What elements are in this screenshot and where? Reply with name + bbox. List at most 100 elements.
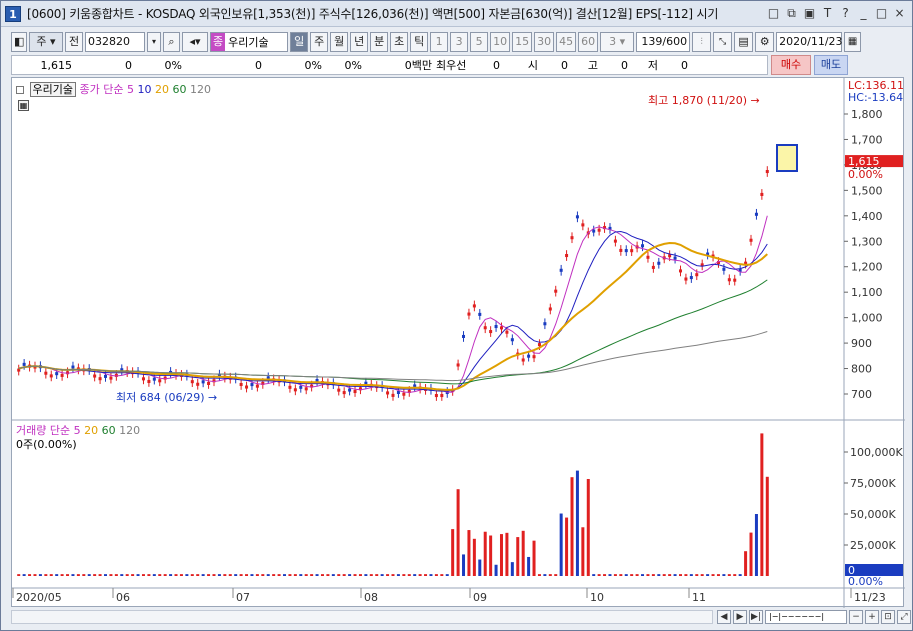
tab-day[interactable]: 일 <box>290 32 309 52</box>
tab-minute[interactable]: 분 <box>370 32 389 52</box>
text-icon[interactable]: T <box>819 5 836 22</box>
candle-body <box>483 326 487 330</box>
volume-bar <box>684 574 688 576</box>
interval-10[interactable]: 10 <box>490 32 511 52</box>
speaker-icon[interactable]: ◂▾ <box>182 32 208 52</box>
volume-bar <box>60 574 64 576</box>
legend-ma5: 5 <box>126 83 134 96</box>
selection-box[interactable] <box>776 144 798 172</box>
sell-button[interactable]: 매도 <box>814 55 848 75</box>
layout-icon[interactable]: □ <box>765 5 782 22</box>
minimize-icon[interactable]: _ <box>855 5 872 22</box>
candle-body <box>613 239 617 243</box>
interval-60[interactable]: 60 <box>578 32 599 52</box>
zoom-icon[interactable]: ⤡ <box>713 32 733 52</box>
volume-bar <box>467 530 471 576</box>
scroll-right-icon[interactable]: ▶ <box>733 610 747 624</box>
zoom-fit-icon[interactable]: ⊡ <box>881 610 895 624</box>
gear-icon[interactable]: ⚙ <box>755 32 775 52</box>
candle-body <box>196 382 200 386</box>
volume-bar <box>358 574 362 576</box>
candle-body <box>733 278 737 282</box>
interval-select[interactable]: 3 ▾ <box>600 32 635 52</box>
tab-week[interactable]: 주 <box>310 32 329 52</box>
scroll-track[interactable] <box>11 610 713 624</box>
search-icon[interactable]: ⌕ <box>163 32 180 52</box>
tab-tick[interactable]: 틱 <box>410 32 429 52</box>
volume-bar <box>87 574 91 576</box>
volume-bar <box>651 574 655 576</box>
period-select[interactable]: 주 ▾ <box>29 32 63 52</box>
candle-body <box>581 223 585 227</box>
volume-bar <box>396 574 400 576</box>
quote-value-5: 0% <box>344 58 362 72</box>
code-dropdown-icon[interactable]: ▾ <box>147 32 161 52</box>
scroll-left-icon[interactable]: ◀ <box>717 610 731 624</box>
legend-toggle-icon[interactable] <box>16 86 24 94</box>
tab-month[interactable]: 월 <box>330 32 349 52</box>
interval-3[interactable]: 3 <box>450 32 469 52</box>
interval-1[interactable]: 1 <box>430 32 449 52</box>
candle-body <box>505 330 509 334</box>
candle-body <box>158 379 162 383</box>
scrollbar[interactable]: ◀ ▶ ▶| |−|−−−−−−| − + ⊡ ⤢ <box>11 608 911 626</box>
zoom-out-icon[interactable]: − <box>849 610 863 624</box>
volume-bar <box>98 574 102 576</box>
price-tick-label: 1,500 <box>851 184 883 197</box>
stock-name-field[interactable]: 종 우리기술 <box>210 32 289 52</box>
chart-menu-icon[interactable]: ◧ <box>11 32 27 52</box>
volume-bar <box>38 574 42 576</box>
candle-body <box>342 391 346 395</box>
close-icon[interactable]: × <box>891 5 908 22</box>
interval-15[interactable]: 15 <box>512 32 533 52</box>
candle-body <box>141 377 145 381</box>
tab-year[interactable]: 년 <box>350 32 369 52</box>
volume-bar <box>565 517 569 576</box>
split-icon[interactable]: ▣ <box>801 5 818 22</box>
volume-bar <box>516 537 520 576</box>
candle-icon[interactable]: ⫶ <box>692 32 712 52</box>
volume-bar <box>754 514 758 576</box>
volume-bar <box>668 574 672 576</box>
price-legend: 우리기술 종가 단순 5 10 20 60 120 <box>16 81 211 97</box>
candle-body <box>456 363 460 367</box>
volume-bar <box>71 574 75 576</box>
zoom-slider[interactable]: |−|−−−−−−| <box>765 610 847 624</box>
candle-body <box>537 343 541 347</box>
scroll-end-icon[interactable]: ▶| <box>749 610 763 624</box>
expand-icon[interactable]: ⤢ <box>897 610 911 624</box>
candle-body <box>299 385 303 389</box>
current-price-label: 1,615 <box>848 155 880 168</box>
save-icon[interactable]: ▤ <box>734 32 754 52</box>
stock-code-input[interactable]: 032820 <box>85 32 145 52</box>
volume-bar <box>505 532 509 576</box>
price-volume-chart[interactable]: 1,8001,7001,6001,5001,4001,3001,2001,100… <box>12 78 905 608</box>
volume-bar <box>543 574 547 576</box>
prev-button[interactable]: 전 <box>65 32 83 52</box>
table-icon[interactable]: ▦ <box>18 100 29 111</box>
copy-window-icon[interactable]: ⧉ <box>783 5 800 22</box>
volume-bar <box>635 574 639 576</box>
candle-body <box>60 373 64 377</box>
tab-second[interactable]: 초 <box>390 32 409 52</box>
arrow-right-icon: → <box>208 391 218 404</box>
zoom-in-icon[interactable]: + <box>865 610 879 624</box>
interval-30[interactable]: 30 <box>534 32 555 52</box>
candle-body <box>575 215 579 219</box>
date-input[interactable]: 2020/11/23 <box>776 32 843 52</box>
volume-bar <box>760 433 764 576</box>
volume-bar <box>592 574 596 576</box>
candle-body <box>472 304 476 308</box>
chart-area[interactable]: 1,8001,7001,6001,5001,4001,3001,2001,100… <box>11 77 905 608</box>
help-icon[interactable]: ? <box>837 5 854 22</box>
calendar-icon[interactable]: ▦ <box>844 32 862 52</box>
buy-button[interactable]: 매수 <box>771 55 811 75</box>
volume-bar <box>49 574 53 576</box>
interval-45[interactable]: 45 <box>556 32 577 52</box>
volume-bar <box>33 574 37 576</box>
candle-body <box>147 379 151 383</box>
volume-bar <box>28 574 32 576</box>
maximize-icon[interactable]: □ <box>873 5 890 22</box>
interval-5[interactable]: 5 <box>470 32 489 52</box>
x-tick-label: 09 <box>473 591 487 604</box>
